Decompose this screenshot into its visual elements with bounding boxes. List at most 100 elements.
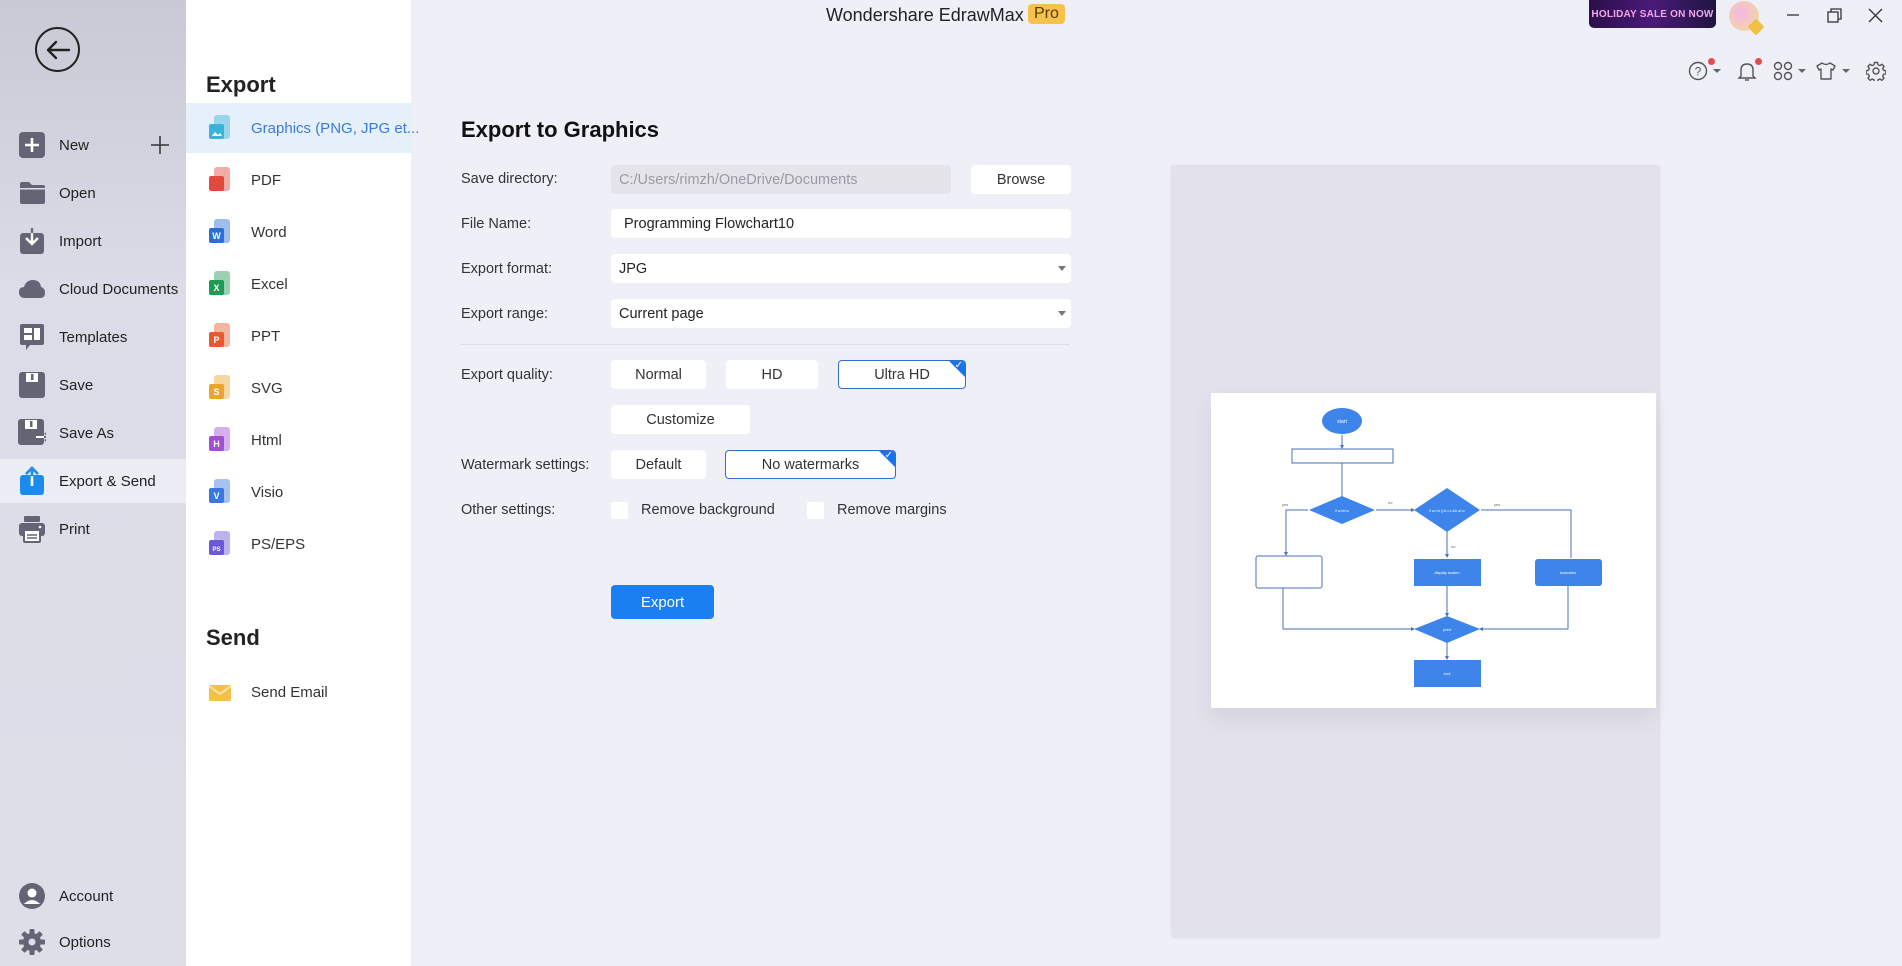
rail-item-cloud-documents[interactable]: Cloud Documents [0,267,186,311]
flowchart-preview: start if a>b>c if a==b || b==c && a!=c y… [1255,408,1602,687]
remove-margins-label[interactable]: Remove margins [837,502,947,518]
file-type-icon: V [208,478,232,506]
connector [1479,584,1569,631]
flow-no-label: no [1388,500,1393,505]
arrow-left-icon [46,40,70,59]
vip-badge-icon [1747,18,1765,36]
export-range-select[interactable]: Current page [611,299,1071,328]
page-title: Export to Graphics [461,117,660,142]
other-settings-label: Other settings: [461,502,556,518]
connector [1284,509,1308,556]
chevron-down-icon [1058,311,1066,316]
save-directory-field: C:/Users/rimzh/OneDrive/Documents [611,165,951,194]
rail-item-account[interactable]: Account [0,874,186,918]
restore-button[interactable] [1819,4,1849,26]
email-icon [208,678,232,706]
rail-item-save[interactable]: Save [0,363,186,407]
remove-background-checkbox[interactable] [611,502,628,519]
svg-text:P: P [213,335,219,345]
print-icon [18,515,46,543]
chevron-down-icon [1058,266,1066,271]
rail-item-templates[interactable]: Templates [0,315,186,359]
cloud-icon [18,275,46,303]
svg-text:PS: PS [212,547,220,553]
flow-decision-1-label: if a>b>c [1335,508,1349,513]
flow-merge-label: print [1443,627,1452,632]
import-icon [18,227,46,255]
settings-button[interactable] [1866,58,1886,84]
flow-end-label: end [1444,671,1451,676]
file-type-icon: PS [208,530,232,558]
new-icon [18,131,46,159]
rail-item-open[interactable]: Open [0,171,186,215]
rail-item-options[interactable]: Options [0,920,186,964]
export-icon [18,466,46,495]
watermark-default-button[interactable]: Default [611,450,706,479]
quality-normal-button[interactable]: Normal [611,360,706,389]
rail-item-save-as[interactable]: Save As [0,411,186,455]
list-item-graphics[interactable]: Graphics (PNG, JPG et... [186,103,419,153]
remove-margins-checkbox[interactable] [807,502,824,519]
connector [1282,585,1415,631]
svg-text:S: S [213,387,219,397]
close-button[interactable] [1860,4,1890,26]
browse-button[interactable]: Browse [971,165,1071,194]
apps-icon [1773,61,1793,81]
connector [1481,509,1572,558]
close-icon [1868,8,1882,22]
holiday-sale-banner[interactable]: HOLIDAY SALE ON NOW [1589,0,1716,28]
flow-box-right-label: isosceles [1560,570,1576,575]
file-type-icon: W [208,218,232,246]
chevron-down-icon [1798,69,1806,73]
remove-background-label[interactable]: Remove background [641,502,775,518]
quality-ultra-hd-button[interactable]: Ultra HD ✓ [838,360,966,389]
export-heading: Export [206,72,276,97]
minimize-button[interactable] [1778,4,1808,26]
flow-start-label: start [1337,419,1347,425]
svg-text:X: X [213,283,219,293]
flow-box-left [1255,555,1323,589]
help-button[interactable]: ? [1688,58,1721,84]
export-format-select[interactable]: JPG [611,254,1071,283]
back-button[interactable] [35,27,80,72]
export-button[interactable]: Export [611,585,714,619]
flow-decision-2-label: if a==b || b==c && a!=c [1429,509,1465,513]
list-item-pdf[interactable]: PDF [186,155,411,205]
notifications-button[interactable] [1737,58,1762,84]
customize-button[interactable]: Customize [611,405,750,434]
flow-process-1 [1291,448,1394,464]
save-directory-label: Save directory: [461,171,558,187]
list-item-html[interactable]: H Html [186,415,411,465]
folder-icon [18,179,46,207]
file-name-input[interactable]: Programming Flowchart10 [611,209,1071,238]
rail-item-new[interactable]: New [0,123,186,167]
export-list-panel: Export Graphics (PNG, JPG et... PDF W Word X… [186,0,419,966]
rail-item-export-send[interactable]: Export & Send [0,459,186,503]
list-item-ppt[interactable]: P PPT [186,311,411,361]
flow-no-label: no [1451,544,1456,549]
add-icon[interactable] [150,135,170,155]
list-item-word[interactable]: W Word [186,207,411,257]
list-item-excel[interactable]: X Excel [186,259,411,309]
svg-text:W: W [212,231,221,241]
list-item-svg[interactable]: S SVG [186,363,411,413]
theme-button[interactable] [1815,58,1850,84]
list-item-send-email[interactable]: Send Email [186,667,411,717]
file-type-icon [208,166,232,194]
export-range-label: Export range: [461,306,549,322]
minimize-icon [1787,14,1799,16]
chevron-down-icon [1842,69,1850,73]
apps-button[interactable] [1773,58,1806,84]
rail-item-print[interactable]: Print [0,507,186,551]
quality-hd-button[interactable]: HD [726,360,818,389]
list-item-visio[interactable]: V Visio [186,467,411,517]
notification-dot [1755,58,1762,65]
send-heading: Send [206,625,260,650]
user-avatar[interactable] [1729,1,1765,36]
file-name-label: File Name: [461,216,532,232]
chevron-down-icon [1713,69,1721,73]
file-type-icon: X [208,270,232,298]
rail-item-import[interactable]: Import [0,219,186,263]
list-item-pseps[interactable]: PS PS/EPS [186,519,411,569]
no-watermarks-button[interactable]: No watermarks ✓ [725,450,896,479]
